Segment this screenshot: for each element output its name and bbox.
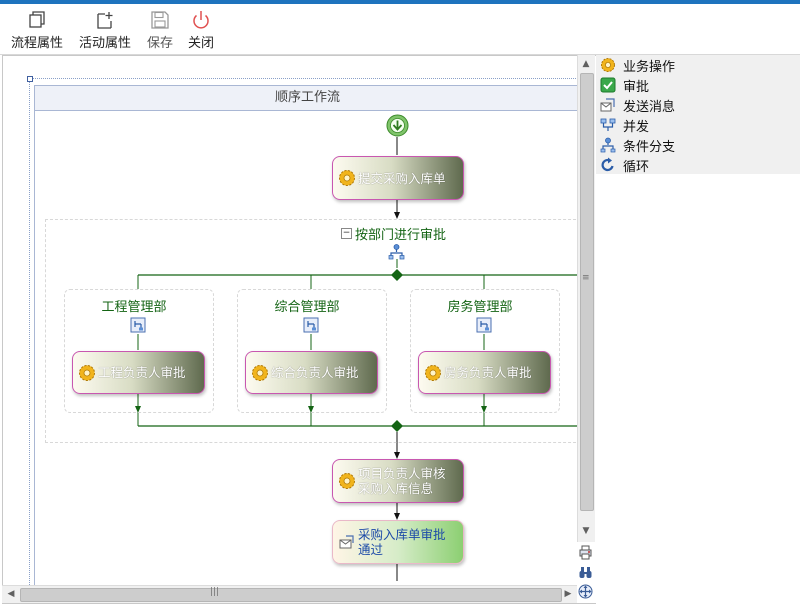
branch-icon: [130, 317, 146, 333]
parallel-icon: [600, 118, 616, 131]
process-properties-label: 流程属性: [10, 36, 63, 51]
gear-icon: [425, 364, 441, 381]
loop-icon: [601, 157, 614, 172]
send-message-icon: [600, 98, 615, 112]
engineering-approval-activity[interactable]: 工程负责人审批: [72, 351, 205, 394]
horizontal-scrollbar[interactable]: ◀ ||| ▶: [2, 585, 577, 603]
branch-engineering-label: 工程管理部: [101, 300, 167, 315]
vertical-scrollbar[interactable]: ▲ ≡ ▼: [577, 55, 595, 542]
gear-icon: [252, 364, 268, 381]
gear-icon: [79, 364, 95, 381]
close-label: 关闭: [187, 36, 214, 51]
housing-approval-label: 房务负责人审批: [444, 365, 532, 380]
toolbox-item-label: 并发: [623, 120, 650, 135]
horizontal-scroll-thumb[interactable]: [20, 588, 562, 602]
workflow-designer-canvas[interactable]: 顺序工作流 提交采购入库单 − 按部门进行审批 工程管理部 工程负责人审批 综合…: [2, 55, 597, 604]
branch-housing-label: 房务管理部: [447, 300, 513, 315]
checkbox-checked-icon: [600, 77, 616, 93]
activity-properties-label: 活动属性: [78, 36, 131, 51]
housing-approval-activity[interactable]: 房务负责人审批: [418, 351, 551, 394]
designer-side-tools: [577, 542, 594, 602]
pan-icon[interactable]: [578, 584, 593, 599]
scroll-grip-icon: ≡: [582, 273, 590, 283]
collapse-icon[interactable]: −: [341, 228, 352, 239]
parallel-activity-title: 按部门进行审批: [355, 228, 447, 243]
approved-message-activity[interactable]: 采购入库单审批通过: [332, 520, 464, 564]
parallel-icon: [388, 244, 405, 260]
scroll-left-arrow-icon[interactable]: ◀: [4, 588, 18, 600]
branch-icon: [476, 317, 492, 333]
toolbox-item-label: 发送消息: [623, 100, 676, 115]
scroll-right-arrow-icon[interactable]: ▶: [561, 588, 575, 600]
approved-message-label: 采购入库单审批通过: [358, 527, 446, 557]
project-review-label: 项目负责人审核采购入库信息: [358, 466, 446, 496]
toolbox-empty-area: [596, 174, 800, 604]
gear-icon: [339, 170, 355, 186]
gear-icon: [601, 58, 615, 72]
activity-toolbox: 业务操作 审批 发送消息 并发 条件分支 循环: [596, 55, 800, 175]
project-review-activity[interactable]: 项目负责人审核采购入库信息: [332, 459, 464, 503]
scroll-grip-icon: |||: [210, 587, 220, 597]
scroll-down-arrow-icon[interactable]: ▼: [579, 525, 593, 537]
submit-purchase-label: 提交采购入库单: [358, 170, 446, 186]
condition-branch-icon: [600, 137, 616, 153]
add-activity-icon: [97, 12, 113, 29]
print-icon[interactable]: [578, 545, 593, 560]
power-icon: [193, 11, 209, 29]
engineering-approval-label: 工程负责人审批: [98, 365, 186, 380]
copy-icon: [29, 11, 45, 28]
toolbox-item-label: 审批: [623, 80, 650, 95]
process-properties-button[interactable]: 流程属性: [8, 8, 66, 52]
toolbox-item-label: 业务操作: [623, 60, 676, 75]
activity-properties-button[interactable]: 活动属性: [76, 8, 134, 52]
branch-general-label: 综合管理部: [274, 300, 340, 315]
save-label: 保存: [146, 36, 173, 51]
binoculars-icon[interactable]: [578, 565, 593, 580]
toolbox-item-label: 条件分支: [623, 140, 676, 155]
workflow-start-icon[interactable]: [386, 114, 409, 137]
toolbar: 流程属性 活动属性 保存 关闭: [0, 4, 800, 55]
toolbox-item-label: 循环: [623, 160, 650, 175]
save-button[interactable]: 保存: [144, 8, 176, 52]
general-approval-label: 综合负责人审批: [271, 365, 359, 380]
scroll-up-arrow-icon[interactable]: ▲: [579, 58, 593, 70]
submit-purchase-activity[interactable]: 提交采购入库单: [332, 156, 464, 200]
general-approval-activity[interactable]: 综合负责人审批: [245, 351, 378, 394]
close-button[interactable]: 关闭: [185, 8, 217, 52]
vertical-scroll-thumb[interactable]: [580, 73, 594, 511]
branch-icon: [303, 317, 319, 333]
gear-icon: [339, 473, 355, 489]
save-icon: [151, 11, 169, 29]
send-message-icon: [339, 535, 354, 549]
